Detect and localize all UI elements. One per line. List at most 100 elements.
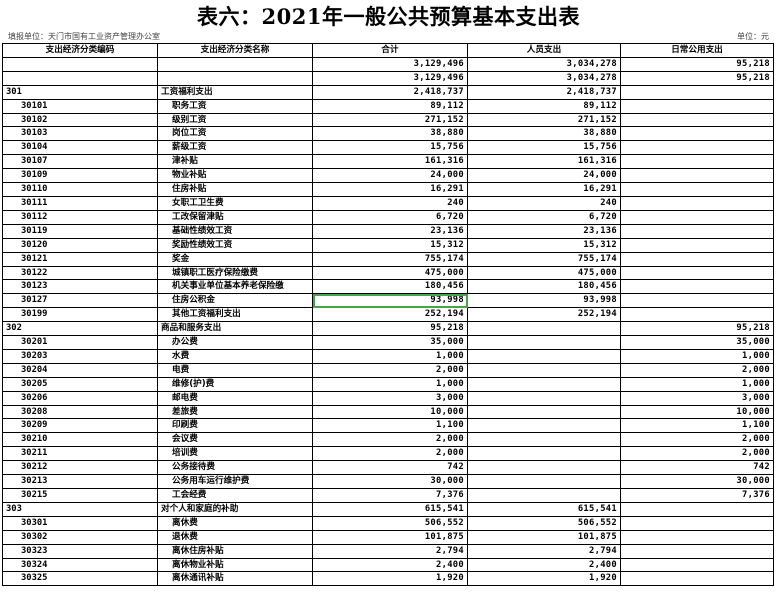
public-cell[interactable] [620,293,774,309]
name-cell[interactable]: 电费 [157,362,313,378]
code-cell[interactable]: 30107 [2,154,158,170]
code-cell[interactable]: 30201 [2,335,158,350]
total-cell[interactable]: 506,552 [312,515,468,531]
public-cell[interactable] [620,501,774,517]
total-cell[interactable]: 6,720 [312,209,468,225]
code-cell[interactable]: 30123 [2,279,158,295]
personnel-cell[interactable] [467,348,621,364]
public-cell[interactable] [620,237,774,253]
code-cell[interactable]: 30210 [2,432,158,448]
code-cell[interactable]: 30111 [2,195,158,211]
total-cell[interactable]: 3,129,496 [312,56,468,72]
code-cell[interactable]: 30301 [2,515,158,531]
code-cell[interactable]: 30112 [2,209,158,225]
personnel-cell[interactable]: 15,312 [467,237,621,253]
public-cell[interactable] [620,182,774,197]
code-cell[interactable] [2,56,158,72]
name-cell[interactable]: 会议费 [157,432,313,448]
name-cell[interactable]: 级别工资 [157,112,313,128]
public-cell[interactable] [620,126,774,142]
total-cell[interactable]: 30,000 [312,474,468,489]
total-cell[interactable]: 3,000 [312,390,468,406]
total-cell[interactable]: 16,291 [312,182,468,197]
name-cell[interactable]: 商品和服务支出 [157,321,313,337]
code-cell[interactable]: 30109 [2,168,158,184]
total-cell[interactable]: 2,000 [312,432,468,448]
total-cell[interactable]: 742 [312,460,468,476]
public-cell[interactable] [620,168,774,184]
name-cell[interactable]: 对个人和家庭的补助 [157,501,313,517]
name-cell[interactable]: 住房公积金 [157,293,313,309]
public-cell[interactable] [620,557,774,573]
public-cell[interactable]: 3,000 [620,390,774,406]
total-cell[interactable]: 252,194 [312,307,468,323]
name-cell[interactable]: 公务接待费 [157,460,313,476]
total-cell[interactable]: 7,376 [312,488,468,503]
name-cell[interactable]: 退休费 [157,529,313,545]
name-cell[interactable]: 工会经费 [157,488,313,503]
code-cell[interactable]: 30212 [2,460,158,476]
personnel-cell[interactable]: 1,920 [467,571,621,587]
name-cell[interactable]: 差旅费 [157,404,313,420]
public-cell[interactable]: 1,100 [620,418,774,434]
personnel-cell[interactable]: 93,998 [467,293,621,309]
total-cell[interactable]: 180,456 [312,279,468,295]
personnel-cell[interactable]: 3,034,278 [467,70,621,86]
name-cell[interactable]: 物业补贴 [157,168,313,184]
public-cell[interactable] [620,112,774,128]
personnel-cell[interactable] [467,321,621,337]
code-cell[interactable]: 30209 [2,418,158,434]
public-cell[interactable] [620,140,774,156]
column-header-code[interactable]: 支出经济分类编码 [2,43,158,58]
code-cell[interactable]: 30110 [2,182,158,197]
personnel-cell[interactable]: 180,456 [467,279,621,295]
personnel-cell[interactable]: 506,552 [467,515,621,531]
public-cell[interactable] [620,515,774,531]
personnel-cell[interactable]: 16,291 [467,182,621,197]
personnel-cell[interactable]: 24,000 [467,168,621,184]
personnel-cell[interactable]: 3,034,278 [467,56,621,72]
code-cell[interactable]: 30101 [2,98,158,114]
code-cell[interactable]: 30215 [2,488,158,503]
public-cell[interactable]: 95,218 [620,70,774,86]
public-cell[interactable]: 95,218 [620,56,774,72]
code-cell[interactable]: 30213 [2,474,158,489]
code-cell[interactable]: 30206 [2,390,158,406]
personnel-cell[interactable]: 252,194 [467,307,621,323]
total-cell[interactable]: 2,000 [312,362,468,378]
code-cell[interactable]: 30211 [2,446,158,462]
name-cell[interactable]: 机关事业单位基本养老保险缴 [157,279,313,295]
code-cell[interactable]: 30104 [2,140,158,156]
personnel-cell[interactable]: 23,136 [467,223,621,239]
public-cell[interactable]: 2,000 [620,432,774,448]
total-cell[interactable]: 1,000 [312,376,468,392]
name-cell[interactable]: 工改保留津贴 [157,209,313,225]
public-cell[interactable]: 7,376 [620,488,774,503]
personnel-cell[interactable] [467,432,621,448]
name-cell[interactable]: 办公费 [157,335,313,350]
personnel-cell[interactable]: 240 [467,195,621,211]
total-cell[interactable]: 1,000 [312,348,468,364]
name-cell[interactable] [157,56,313,72]
column-header-total[interactable]: 合计 [312,43,468,58]
column-header-personnel[interactable]: 人员支出 [467,43,621,58]
total-cell[interactable]: 101,875 [312,529,468,545]
total-cell[interactable]: 15,756 [312,140,468,156]
total-cell[interactable]: 3,129,496 [312,70,468,86]
code-cell[interactable]: 30302 [2,529,158,545]
personnel-cell[interactable]: 101,875 [467,529,621,545]
name-cell[interactable]: 岗位工资 [157,126,313,142]
total-cell[interactable]: 240 [312,195,468,211]
total-cell[interactable]: 2,794 [312,543,468,559]
total-cell[interactable]: 38,880 [312,126,468,142]
total-cell[interactable]: 35,000 [312,335,468,350]
name-cell[interactable]: 住房补贴 [157,182,313,197]
code-cell[interactable]: 302 [2,321,158,337]
name-cell[interactable]: 女职工卫生费 [157,195,313,211]
total-cell[interactable]: 24,000 [312,168,468,184]
name-cell[interactable]: 离休住房补贴 [157,543,313,559]
public-cell[interactable] [620,265,774,281]
personnel-cell[interactable]: 161,316 [467,154,621,170]
column-header-name[interactable]: 支出经济分类名称 [157,43,313,58]
total-cell[interactable]: 615,541 [312,501,468,517]
